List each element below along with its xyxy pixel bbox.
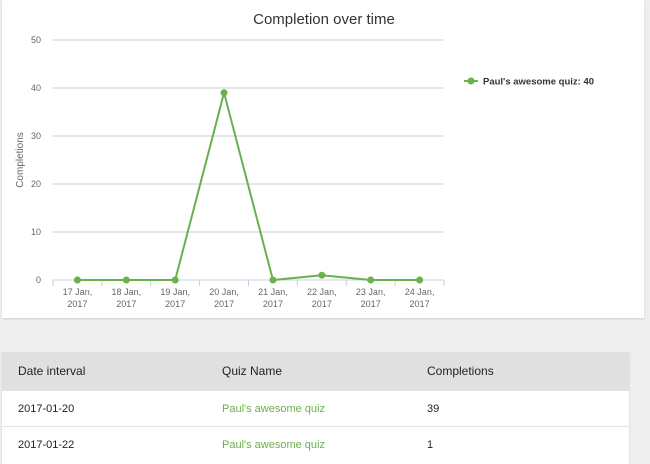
row-date: 2017-01-20 (2, 390, 222, 427)
x-tick-label: 20 Jan, 2017 (209, 287, 239, 309)
data-point[interactable] (416, 276, 424, 284)
table-row: 2017-01-20 Paul's awesome quiz 39 (2, 390, 629, 427)
header-quiz-name[interactable]: Quiz Name (222, 352, 427, 391)
header-date-interval[interactable]: Date interval (2, 352, 222, 391)
row-completions: 1 (427, 426, 629, 462)
data-point[interactable] (171, 276, 179, 284)
x-tick-label: 23 Jan, 2017 (356, 287, 386, 309)
data-point[interactable] (367, 276, 375, 284)
x-tick-label: 18 Jan, 2017 (112, 287, 142, 309)
y-tick-label: 50 (31, 35, 41, 45)
series-line (77, 88, 420, 282)
y-axis-label: Completions (15, 132, 26, 188)
completions-table: Date interval Quiz Name Completions 2017… (2, 352, 629, 462)
x-tick-label: 19 Jan, 2017 (160, 287, 190, 309)
x-tick-label: 24 Jan, 2017 (405, 287, 435, 309)
y-tick-label: 30 (31, 131, 41, 141)
row-quiz-cell: Paul's awesome quiz (222, 390, 427, 427)
data-point[interactable] (269, 276, 277, 284)
y-tick-label: 40 (31, 83, 41, 93)
quiz-link[interactable]: Paul's awesome quiz (222, 403, 325, 415)
x-tick-label: 21 Jan, 2017 (258, 287, 288, 309)
legend-item-label[interactable]: Paul's awesome quiz: 40 (483, 77, 594, 88)
x-tick-label: 22 Jan, 2017 (307, 287, 337, 309)
table-row: 2017-01-22 Paul's awesome quiz 1 (2, 426, 629, 462)
x-tick-label: 17 Jan, 2017 (63, 287, 93, 309)
chart-title: Completion over time (253, 11, 395, 28)
completions-table-card: Date interval Quiz Name Completions 2017… (2, 352, 629, 464)
data-point[interactable] (220, 89, 228, 97)
y-tick-label: 20 (31, 179, 41, 189)
quiz-link[interactable]: Paul's awesome quiz (222, 439, 325, 451)
row-quiz-cell: Paul's awesome quiz (222, 426, 427, 462)
table-header-row: Date interval Quiz Name Completions (2, 352, 629, 391)
data-point[interactable] (73, 276, 81, 284)
y-tick-label: 0 (36, 275, 41, 285)
completion-chart: Completion over time Completions 0 10 20 30… (15, 11, 594, 309)
completion-chart-card: Completion over time Completions 0 10 20 30… (2, 0, 644, 318)
row-date: 2017-01-22 (2, 426, 222, 462)
header-completions[interactable]: Completions (427, 352, 629, 391)
data-point[interactable] (122, 276, 130, 284)
legend-dot-icon (467, 77, 475, 85)
data-point[interactable] (318, 271, 326, 279)
y-tick-label: 10 (31, 227, 41, 237)
row-completions: 39 (427, 390, 629, 427)
